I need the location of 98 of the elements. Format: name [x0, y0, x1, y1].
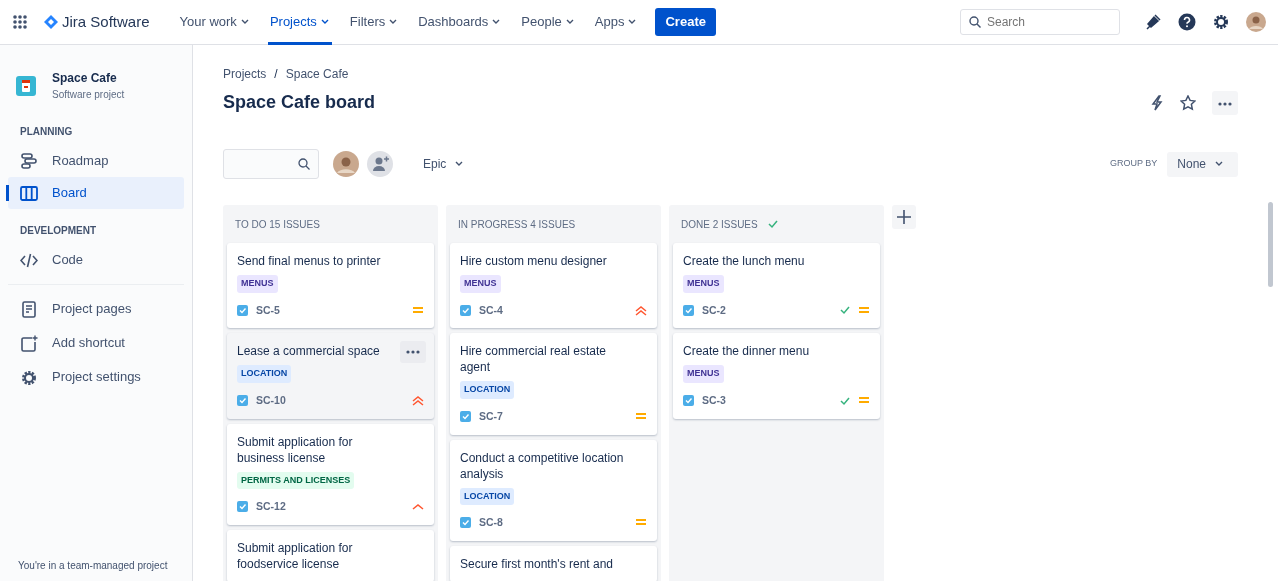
project-avatar-icon: [16, 75, 36, 96]
tag-label: LOCATION: [460, 381, 515, 399]
issue-key: SC-7: [479, 408, 503, 425]
sidebar-item[interactable]: Roadmap: [8, 145, 184, 177]
breadcrumb-separator: /: [274, 66, 278, 83]
nav-tab[interactable]: Your work: [177, 0, 252, 45]
add-column-button[interactable]: [892, 205, 916, 229]
column-heading: DONE 2 ISSUES: [681, 217, 758, 232]
tag-label: PERMITS AND LICENSES: [237, 471, 355, 489]
star-icon[interactable]: [1180, 95, 1196, 111]
issue-title: Secure first month's rent and: [460, 555, 615, 572]
issue-key: SC-12: [256, 499, 286, 515]
task-checkbox-icon: [683, 304, 694, 316]
issue-key: SC-8: [479, 515, 503, 531]
issue-title: Lease a commercial space: [237, 343, 381, 360]
task-checkbox-icon: [460, 411, 471, 423]
issue-key: SC-2: [702, 302, 726, 319]
issue-title: Create the dinner menu: [683, 343, 811, 360]
document-icon: [20, 300, 38, 318]
code-icon: [20, 251, 38, 269]
issue-card[interactable]: Conduct a competitive location analysis LOCATION SC-8: [450, 439, 657, 541]
issue-key: SC-5: [256, 302, 280, 319]
task-checkbox-icon: [460, 304, 471, 316]
section-heading: PLANNING: [19, 125, 74, 139]
sidebar-item[interactable]: Board: [8, 177, 184, 209]
issue-key: SC-4: [479, 302, 503, 319]
issue-title: Submit application for business license: [237, 433, 354, 466]
tag-label: MENUS: [683, 365, 724, 383]
page-title: Space Cafe board: [223, 92, 377, 114]
issue-card[interactable]: Secure first month's rent and: [450, 545, 657, 581]
search-field[interactable]: Search: [960, 9, 1120, 35]
issue-card[interactable]: Create the lunch menu MENUS SC-2: [673, 243, 880, 329]
task-checkbox-icon: [237, 304, 248, 316]
nav-tab[interactable]: People: [519, 0, 577, 45]
issue-title: Create the lunch menu: [683, 253, 806, 269]
logo-icon: [44, 15, 58, 29]
tag-label: MENUS: [683, 275, 724, 293]
scrollbar[interactable]: [1268, 202, 1273, 287]
tag-label: LOCATION: [237, 365, 292, 383]
tag-label: MENUS: [237, 275, 278, 293]
tag-label: MENUS: [460, 275, 501, 293]
roadmap-icon: [20, 152, 38, 170]
issue-card[interactable]: Hire commercial real estate agent LOCATION SC-7: [450, 333, 657, 435]
issue-title: Hire custom menu designer: [460, 253, 608, 269]
more-icon: [1218, 101, 1232, 106]
avatar-icon[interactable]: [1246, 12, 1266, 32]
issue-card[interactable]: Create the dinner menu MENUS SC-3: [673, 333, 880, 419]
board-icon: [20, 184, 38, 202]
search-icon: [298, 158, 310, 170]
issue-title: Hire commercial real estate agent: [460, 343, 608, 376]
footer-note: You're in a team-managed project: [17, 559, 169, 573]
task-checkbox-icon: [683, 395, 694, 407]
app-switcher-icon[interactable]: [12, 14, 28, 30]
issue-card[interactable]: Submit application for foodservice license: [227, 529, 434, 581]
tag-label: LOCATION: [460, 487, 515, 505]
plus-icon: [897, 210, 911, 224]
task-checkbox-icon: [237, 501, 248, 513]
sidebar-link[interactable]: Project pages: [8, 293, 184, 325]
task-checkbox-icon: [460, 517, 471, 529]
issue-card[interactable]: Hire custom menu designer MENUS SC-4: [450, 243, 657, 329]
help-icon[interactable]: [1178, 13, 1196, 31]
issue-card[interactable]: Submit application for business license PERMITS AND LICENSES SC-12: [227, 423, 434, 525]
epic-filter-button[interactable]: Epic: [415, 151, 473, 177]
breadcrumb-link[interactable]: Space Cafe: [285, 65, 349, 83]
more-icon: [406, 350, 420, 355]
breadcrumb-link[interactable]: Projects: [223, 65, 267, 83]
issue-title: Send final menus to printer: [237, 253, 382, 269]
column-heading: TO DO 15 ISSUES: [235, 217, 320, 232]
task-checkbox-icon: [237, 395, 248, 407]
section-heading: DEVELOPMENT: [19, 224, 98, 238]
project-name: Space Cafe: [52, 70, 118, 87]
nav-tab[interactable]: Filters: [347, 0, 401, 45]
product-name: Jira Software: [62, 11, 150, 32]
sidebar-link[interactable]: Project settings: [8, 361, 184, 393]
board-search-field[interactable]: [223, 149, 319, 179]
issue-card[interactable]: Lease a commercial space LOCATION SC-10: [227, 333, 434, 419]
issue-key: SC-3: [702, 392, 726, 409]
nav-tab[interactable]: Projects: [267, 0, 332, 45]
sidebar-item[interactable]: Code: [8, 244, 184, 276]
group-by-dropdown[interactable]: None: [1167, 151, 1238, 177]
avatar-icon[interactable]: [333, 151, 359, 177]
settings-icon[interactable]: [1212, 13, 1230, 31]
create-button[interactable]: Create: [655, 8, 716, 36]
issue-key: SC-10: [256, 392, 286, 409]
group-by-label: GROUP BY: [1109, 157, 1158, 171]
add-person-icon[interactable]: [367, 151, 393, 177]
issue-card[interactable]: Send final menus to printer MENUS SC-5: [227, 243, 434, 329]
column-heading: IN PROGRESS 4 ISSUES: [458, 217, 576, 232]
project-type: Software project: [52, 88, 125, 102]
lightning-icon[interactable]: [1150, 95, 1164, 111]
issue-title: Submit application for foodservice license: [237, 539, 354, 572]
nav-tab[interactable]: Dashboards: [416, 0, 504, 45]
issue-title: Conduct a competitive location analysis: [460, 449, 625, 482]
sidebar-link[interactable]: Add shortcut: [8, 327, 184, 359]
check-icon: [767, 219, 778, 229]
add-shortcut-icon: [20, 334, 38, 352]
nav-tab[interactable]: Apps: [592, 0, 640, 45]
settings-icon: [20, 368, 38, 386]
